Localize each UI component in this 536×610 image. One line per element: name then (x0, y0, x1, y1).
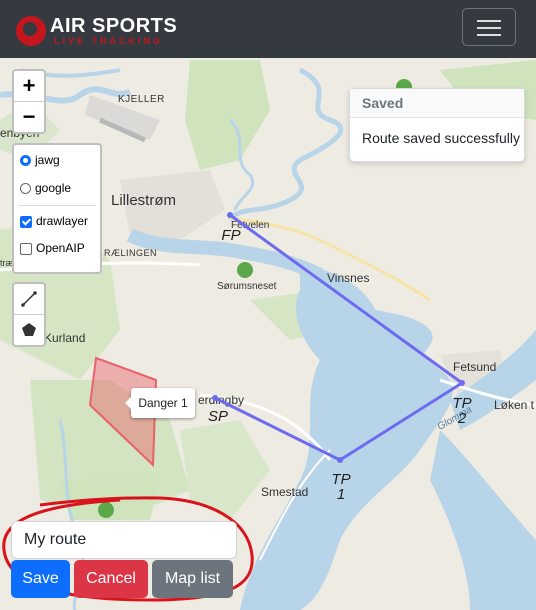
route-line[interactable] (214, 213, 464, 462)
zoom-in-button[interactable]: + (14, 71, 44, 101)
route-name-input[interactable] (11, 521, 237, 559)
waypoint-label-sp: SP (207, 408, 228, 425)
draw-toolbar (12, 282, 46, 347)
base-layer-jawg[interactable]: jawg (20, 151, 60, 169)
toast-message: Route saved successfully (362, 130, 520, 146)
save-button[interactable]: Save (11, 560, 70, 598)
checkbox-checked-icon[interactable] (20, 215, 32, 228)
draw-polyline-button[interactable] (14, 284, 44, 314)
layer-divider (18, 205, 96, 206)
navbar-toggle-button[interactable] (462, 8, 516, 46)
base-layer-google[interactable]: google (20, 179, 71, 197)
layer-control: jawg google drawlayer OpenAIP (12, 143, 102, 274)
map-canvas[interactable]: KJELLER enbyen Lillestrøm Fetvelen RÆLIN… (0, 58, 536, 610)
waypoint-label-tp1: TP 1 (331, 471, 351, 503)
save-toast: Saved Route saved successfully (349, 88, 525, 162)
cancel-button[interactable]: Cancel (74, 560, 148, 598)
danger-area-tooltip: Danger 1 (125, 388, 195, 418)
brand-logo[interactable]: AIR SPORTS LIVE TRACKING (14, 10, 194, 48)
draw-polygon-button[interactable] (14, 314, 44, 345)
waypoint-label-tp2: TP 2 (452, 395, 472, 427)
overlay-drawlayer[interactable]: drawlayer (20, 212, 88, 230)
brand-subtitle: LIVE TRACKING (54, 36, 164, 46)
polyline-icon (21, 291, 37, 307)
waypoint-label-fp: FP (221, 227, 241, 244)
radio-icon[interactable] (20, 183, 31, 195)
hamburger-icon (477, 20, 501, 22)
top-navbar: AIR SPORTS LIVE TRACKING (0, 0, 536, 58)
brand-title: AIR SPORTS (50, 15, 178, 37)
zoom-control: + − (12, 69, 46, 134)
zoom-out-button[interactable]: − (14, 101, 44, 132)
globe-icon (16, 16, 46, 46)
radio-selected-icon[interactable] (20, 155, 31, 167)
overlay-openaip[interactable]: OpenAIP (20, 239, 85, 257)
checkbox-icon[interactable] (20, 242, 32, 255)
toast-title: Saved (350, 89, 524, 118)
map-list-button[interactable]: Map list (152, 560, 233, 598)
polygon-icon (22, 323, 36, 336)
